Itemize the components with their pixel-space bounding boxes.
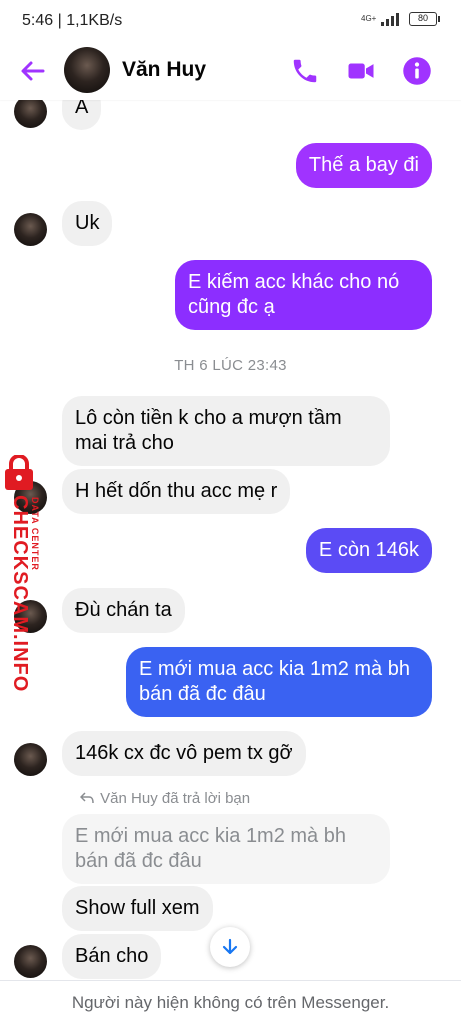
reply-arrow-icon (79, 792, 94, 804)
incoming-message[interactable]: H hết dốn thu acc mẹ r (62, 469, 291, 514)
network-type: 4G+ (361, 14, 377, 23)
incoming-message[interactable]: Bán cho (62, 934, 162, 979)
video-camera-icon (348, 63, 374, 79)
arrow-down-icon (222, 938, 238, 955)
quoted-message[interactable]: E mới mua acc kia 1m2 mà bh bán đã đc đâ… (62, 814, 390, 884)
chat-header: Văn Huy (0, 42, 461, 100)
outgoing-message[interactable]: Thế a bay đi (295, 143, 432, 188)
lock-icon (5, 455, 33, 490)
battery-icon: 80 (409, 12, 440, 26)
info-button[interactable] (402, 56, 432, 86)
reply-note-text: Văn Huy đã trả lời bạn (100, 790, 251, 807)
unavailable-notice: Người này hiện không có trên Messenger. (0, 980, 461, 1024)
watermark-brand: CHECKSCAM.INFO (9, 495, 31, 693)
incoming-message[interactable]: Show full xem (62, 886, 213, 931)
incoming-message[interactable]: 146k cx đc vô pem tx gỡ (62, 731, 306, 776)
incoming-message[interactable]: Lô còn tiền k cho a mượn tầm mai trả cho (62, 396, 390, 466)
scroll-to-bottom-button[interactable] (210, 927, 250, 967)
back-arrow-icon (21, 61, 45, 81)
sender-avatar (14, 945, 47, 978)
status-indicators: 4G+ 80 (361, 12, 440, 26)
outgoing-message[interactable]: E còn 146k (305, 528, 432, 573)
incoming-message[interactable]: Đù chán ta (62, 588, 185, 633)
watermark: CHECKSCAM.INFO DATA CENTER (0, 455, 46, 692)
incoming-message[interactable]: A (62, 100, 102, 130)
contact-avatar[interactable] (64, 47, 110, 93)
sender-avatar (14, 743, 47, 776)
back-button[interactable] (18, 56, 48, 86)
timestamp: TH 6 LÚC 23:43 (174, 357, 287, 374)
phone-icon (293, 59, 317, 83)
sender-avatar (14, 100, 47, 128)
contact-name[interactable]: Văn Huy (122, 58, 206, 82)
outgoing-message[interactable]: E kiếm acc khác cho nó cũng đc ạ (175, 260, 432, 330)
battery-level: 80 (417, 13, 428, 23)
video-call-button[interactable] (346, 56, 376, 86)
incoming-message[interactable]: Uk (62, 201, 113, 246)
status-time: 5:46 | 1,1KB/s (22, 12, 123, 29)
status-bar: 5:46 | 1,1KB/s 4G+ 80 (0, 0, 461, 42)
message-list[interactable]: A Thế a bay đi Uk E kiếm acc khác cho nó… (0, 100, 461, 980)
watermark-sub: DATA CENTER (30, 497, 40, 571)
reply-indicator: Văn Huy đã trả lời bạn (79, 790, 251, 807)
sender-avatar (14, 213, 47, 246)
info-icon (403, 57, 431, 85)
voice-call-button[interactable] (290, 56, 320, 86)
signal-icon (381, 12, 399, 26)
outgoing-message[interactable]: E mới mua acc kia 1m2 mà bh bán đã đc đâ… (126, 647, 432, 717)
